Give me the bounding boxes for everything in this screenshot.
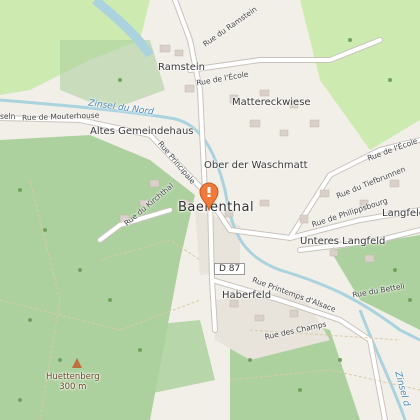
map-view[interactable]: Ramstein Mattereckwiese Altes Gemeindeha…	[0, 0, 420, 420]
road-ref-badge: D 87	[214, 263, 246, 275]
peak-name: Huettenberg	[46, 372, 100, 382]
location-pin-icon[interactable]	[197, 181, 221, 211]
peak-label: Huettenberg 300 m	[46, 372, 100, 392]
place-label: Langfeld	[382, 208, 420, 219]
place-label: Ober der Waschmatt	[204, 160, 308, 171]
street-label: seln	[0, 112, 16, 121]
place-label: Altes Gemeindehaus	[90, 126, 194, 137]
place-label: Unteres Langfeld	[300, 236, 386, 247]
place-label: Haberfeld	[222, 290, 272, 301]
place-label: Mattereckwiese	[232, 97, 311, 108]
peak-elevation: 300 m	[59, 382, 87, 392]
place-label: Ramstein	[158, 62, 205, 73]
